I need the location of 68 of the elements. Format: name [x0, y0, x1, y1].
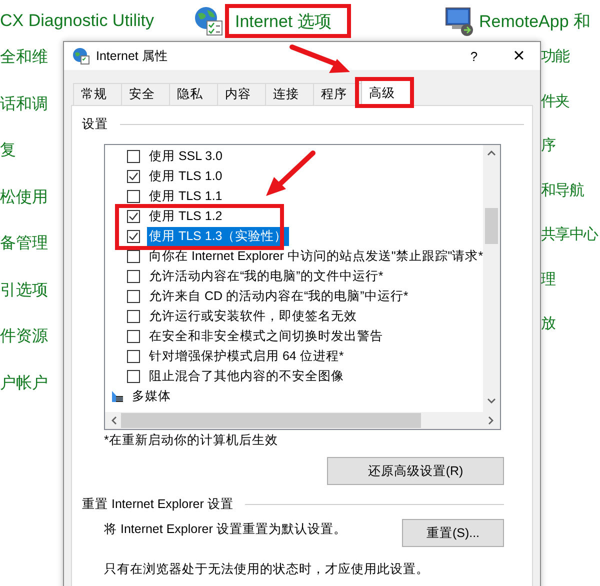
checkbox[interactable]: [127, 370, 140, 382]
reset-button[interactable]: 重置(S)...: [402, 519, 504, 547]
checkbox[interactable]: [127, 350, 140, 362]
applet-link[interactable]: 户帐户: [0, 372, 48, 394]
setting-label[interactable]: 使用 TLS 1.0: [147, 166, 224, 186]
scroll-thumb[interactable]: [121, 413, 421, 428]
highlight-box: [355, 77, 414, 108]
applet-link[interactable]: 理: [541, 270, 600, 288]
scroll-up-icon: [487, 150, 496, 156]
arrow: [290, 44, 350, 73]
setting-label[interactable]: 针对增强保护模式启用 64 位进程*: [147, 346, 346, 366]
close-button[interactable]: ×: [502, 46, 536, 66]
group-heading: 设置: [82, 116, 108, 132]
checkbox[interactable]: [127, 270, 140, 282]
restore-button[interactable]: 还原高级设置(R): [327, 457, 504, 485]
checkbox[interactable]: [127, 250, 140, 262]
scroll-right-icon: [488, 416, 494, 425]
checkbox[interactable]: [127, 230, 140, 242]
scroll-thumb[interactable]: [485, 208, 498, 244]
tab[interactable]: 常规: [73, 83, 122, 105]
setting-label[interactable]: 允许运行或安装软件，即使签名无效: [147, 306, 359, 326]
checkbox[interactable]: [127, 170, 140, 182]
checkbox[interactable]: [127, 210, 140, 222]
setting-label[interactable]: 使用 SSL 3.0: [147, 146, 224, 166]
setting-label[interactable]: 使用 TLS 1.3（实验性）: [147, 226, 290, 246]
applet-link[interactable]: 引选项: [0, 280, 48, 300]
scroll-left-icon: [111, 416, 117, 425]
vertical-scrollbar[interactable]: [483, 145, 500, 412]
scroll-down-icon: [487, 398, 496, 404]
description-text: 将 Internet Explorer 设置重置为默认设置。: [104, 520, 346, 538]
applet-link[interactable]: 共享中心: [541, 225, 600, 244]
setting-label[interactable]: 向你在 Internet Explorer 中访问的站点发送"禁止跟踪"请求*: [147, 246, 486, 266]
applet-link[interactable]: CX Diagnostic Utility: [0, 11, 154, 31]
media-icon: [110, 389, 124, 403]
warning-text: 只有在浏览器处于无法使用的状态时，才应使用此设置。: [104, 561, 430, 578]
monitor-icon: [443, 5, 475, 37]
checkbox[interactable]: [127, 190, 140, 202]
setting-label[interactable]: 允许来自 CD 的活动内容在“我的电脑”中运行*: [147, 286, 410, 306]
applet-link[interactable]: 件资源: [0, 326, 48, 347]
horizontal-scrollbar[interactable]: [105, 412, 500, 429]
applet-link[interactable]: 和导航: [541, 180, 600, 200]
group-heading: 重置 Internet Explorer 设置: [82, 496, 234, 512]
globe-checklist-icon: [72, 47, 90, 65]
applet-link[interactable]: 放: [541, 314, 600, 333]
window-title: Internet 属性: [96, 48, 168, 64]
arrow: [266, 150, 316, 196]
applet-link[interactable]: 全和维: [0, 47, 48, 68]
footnote: *在重新启动你的计算机后生效: [104, 432, 279, 449]
applet-link[interactable]: RemoteApp 和: [479, 10, 590, 32]
checkbox[interactable]: [127, 310, 140, 322]
checkbox[interactable]: [127, 150, 140, 162]
help-button[interactable]: ?: [462, 48, 486, 64]
setting-label[interactable]: 使用 TLS 1.1: [147, 186, 224, 206]
checkbox[interactable]: [127, 290, 140, 302]
globe-checklist-icon: [193, 6, 223, 36]
applet-link[interactable]: 序: [541, 136, 600, 155]
applet-link[interactable]: 松使用: [0, 186, 48, 208]
checkbox[interactable]: [127, 330, 140, 342]
applet-link[interactable]: 功能: [541, 47, 600, 66]
setting-label[interactable]: 阻止混合了其他内容的不安全图像: [147, 366, 346, 386]
applet-link[interactable]: 复: [0, 140, 48, 161]
applet-link[interactable]: 话和调: [0, 94, 48, 114]
applet-link[interactable]: 件夹: [541, 92, 600, 110]
setting-label[interactable]: 使用 TLS 1.2: [147, 206, 224, 226]
applet-link[interactable]: 备管理: [0, 233, 48, 254]
setting-label[interactable]: 在安全和非安全模式之间切换时发出警告: [147, 326, 385, 346]
setting-label[interactable]: 多媒体: [130, 386, 173, 406]
setting-label[interactable]: 允许活动内容在“我的电脑”的文件中运行*: [147, 266, 386, 286]
